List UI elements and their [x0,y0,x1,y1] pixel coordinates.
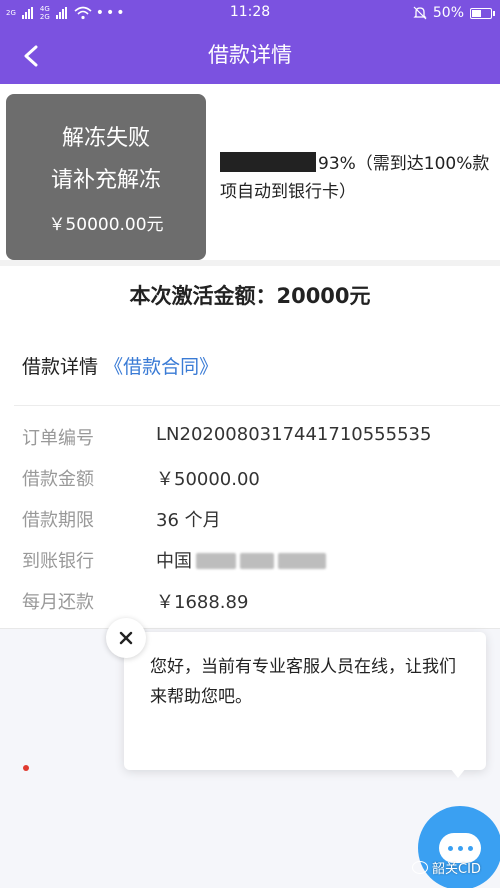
alarm-icon [413,6,427,20]
close-icon [119,631,133,645]
unfreeze-failed-title: 解冻失败 [61,126,150,151]
detail-label: 借款金额 [22,469,94,490]
blurred-bank-name [196,553,236,569]
customer-service-message: 您好，当前有专业客服人员在线，让我们来帮助您吧。 [150,657,456,707]
unfreeze-failed-card[interactable]: 解冻失败 请补充解冻 ￥50000.00元 [6,94,206,260]
status-bar: 2G 4G 2G ••• 11:28 50% [0,0,500,26]
detail-value: LN2020080317441710555535 [156,424,432,445]
watermark: 韶关CID [412,858,481,877]
unfreeze-supplement-text: 请补充解冻 [50,168,161,193]
detail-row-loan-term: 借款期限 36 个月 [0,502,500,542]
detail-row-bank: 到账银行 中国 [0,543,500,583]
popup-tail [450,768,466,778]
detail-value: ￥1688.89 [156,592,249,613]
close-popup-button[interactable] [106,618,146,658]
nav-bar: 借款详情 [0,26,500,84]
status-right: 50% [413,0,495,26]
redacted-text-block [220,152,316,172]
blurred-bank-name-3 [278,553,326,569]
detail-value-bank: 中国 [156,547,326,573]
bank-name-visible: 中国 [156,551,192,572]
battery-percent: 50% [432,5,464,21]
unfreeze-amount: ￥50000.00元 [48,215,164,235]
detail-row-loan-amount: 借款金额 ￥50000.00 [0,461,500,501]
progress-notice: 93%（需到达100%款项自动到银行卡） [220,150,495,206]
loan-details-label: 借款详情 [22,356,99,378]
detail-row-monthly-payment: 每月还款 ￥1688.89 [0,584,500,624]
detail-label: 订单编号 [22,428,94,449]
blurred-bank-name-2 [240,553,274,569]
loan-contract-link[interactable]: 《借款合同》 [104,356,218,378]
contract-row: 借款详情 《借款合同》 [22,352,218,379]
battery-icon [470,7,495,19]
detail-value: 36 个月 [156,510,221,531]
detail-label: 借款期限 [22,510,94,531]
detail-row-order-number: 订单编号 LN2020080317441710555535 [0,420,500,460]
divider [14,405,500,406]
notification-dot [23,765,29,771]
page-title: 借款详情 [208,43,292,67]
wechat-icon [412,861,428,874]
watermark-text: 韶关CID [432,862,481,877]
detail-value: ￥50000.00 [156,469,260,490]
customer-service-popup[interactable]: 您好，当前有专业客服人员在线，让我们来帮助您吧。 [124,632,486,770]
activation-amount: 本次激活金额：20000元 [129,284,371,308]
detail-label: 到账银行 [22,551,94,572]
detail-label: 每月还款 [22,592,94,613]
